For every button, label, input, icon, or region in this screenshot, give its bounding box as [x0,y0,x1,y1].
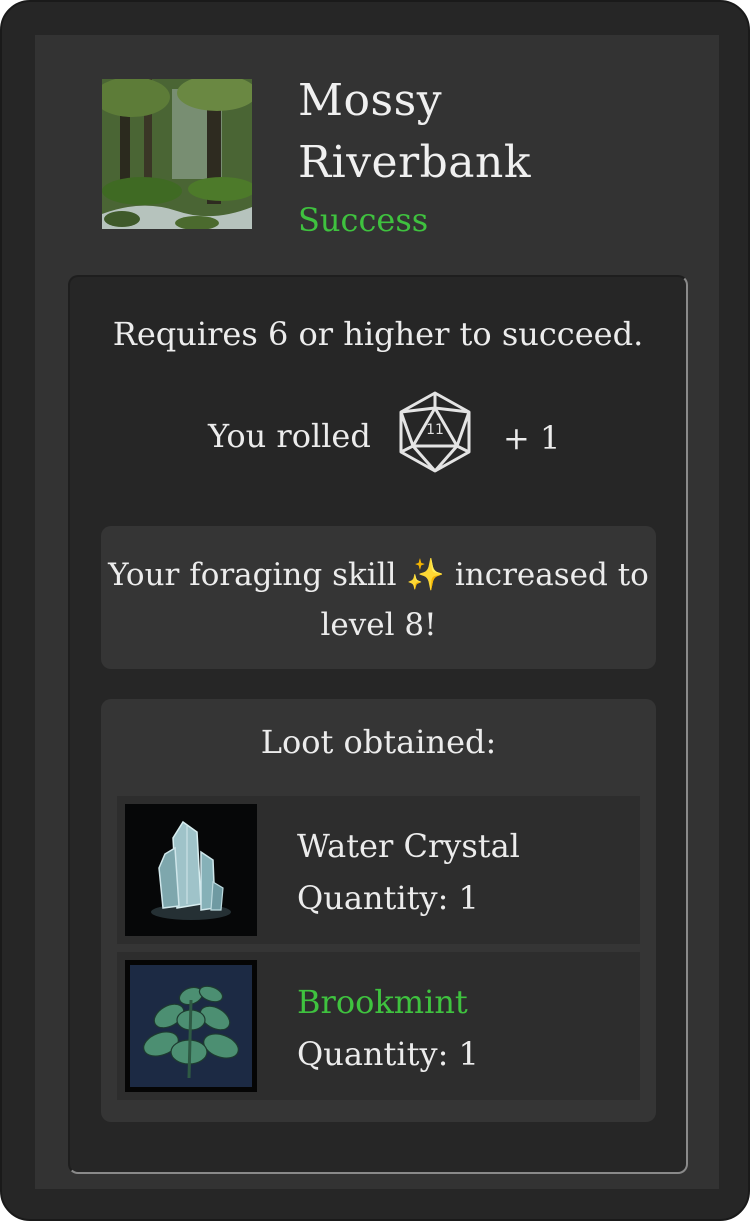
forest-stream-image [102,79,252,229]
rolled-label: You rolled [208,417,371,455]
quantity-label: Quantity: [297,879,449,917]
quantity-value: 1 [458,879,479,917]
brookmint-icon [125,960,257,1092]
die-value: 11 [426,422,444,438]
quantity-value: 1 [458,1035,479,1073]
skill-increase-text: Your foraging skill ✨ increased to level… [101,550,656,650]
quantity-label: Quantity: [297,1035,449,1073]
roll-modifier: + 1 [503,419,561,457]
loot-item-quantity: Quantity: 1 [297,1032,479,1076]
location-title: Mossy Riverbank [298,75,532,188]
skill-text-before: Your foraging skill [108,557,397,593]
requirement-text: Requires 6 or higher to succeed. [112,315,644,353]
loot-item-quantity: Quantity: 1 [297,876,479,920]
water-crystal-icon [125,804,257,936]
loot-item-name: Water Crystal [297,827,520,865]
outcome-status: Success [298,201,429,239]
loot-item: Water Crystal Quantity: 1 [117,796,640,944]
loot-item: Brookmint Quantity: 1 [117,952,640,1100]
loot-title: Loot obtained: [260,723,497,761]
loot-item-name: Brookmint [297,983,468,1021]
sparkle-icon: ✨ [406,557,445,593]
